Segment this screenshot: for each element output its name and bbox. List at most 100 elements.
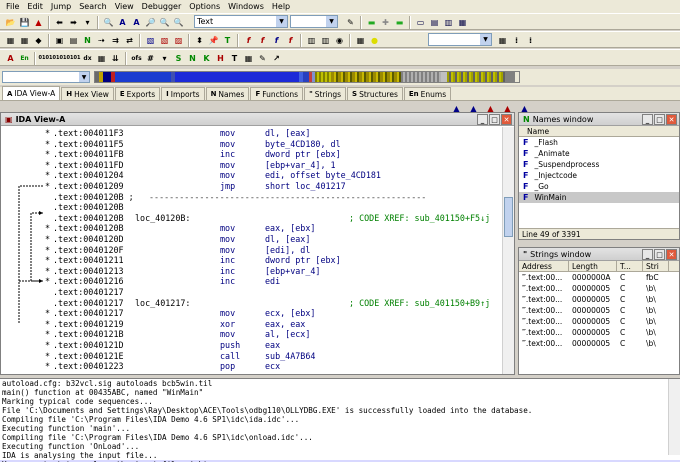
func-end-icon[interactable]: f — [284, 34, 297, 47]
menu-item-options[interactable]: Options — [185, 0, 224, 13]
strings-row[interactable]: ‴.text:00... 0000000A CfbC — [519, 272, 679, 283]
minimize-button[interactable]: _ — [642, 114, 653, 125]
ida-view-scrollbar[interactable] — [502, 127, 514, 374]
code-line[interactable]: * .text:004011F3 mov dl, [eax] — [1, 129, 504, 138]
tab-exports[interactable]: E Exports — [114, 87, 161, 100]
menu-item-debugger[interactable]: Debugger — [138, 0, 186, 13]
maximize-button[interactable]: □ — [654, 249, 665, 260]
menu-item-edit[interactable]: Edit — [23, 0, 47, 13]
names-item[interactable]: F _Injectcode — [519, 170, 679, 181]
hide-h-icon[interactable]: H — [214, 52, 227, 65]
code-line[interactable]: * .text:00401211 inc dword ptr [ebx] — [1, 256, 504, 265]
enum-icon[interactable]: En — [18, 52, 31, 65]
close-button[interactable]: ✕ — [666, 114, 677, 125]
strings-row[interactable]: ‴.text:00... 00000005 C \b\ — [519, 338, 679, 349]
menu-item-windows[interactable]: Windows — [224, 0, 268, 13]
close-button[interactable]: ✕ — [666, 249, 677, 260]
tab-enums[interactable]: En Enums — [403, 87, 452, 100]
window-icon[interactable]: ▭ — [414, 16, 427, 29]
struct-icon[interactable]: ▥ — [305, 34, 318, 47]
code-line[interactable]: * .text:00401209 jmp short loc_401217 — [1, 182, 504, 191]
chevron-down-icon[interactable]: ▼ — [79, 72, 89, 82]
back-icon[interactable]: ⬅ — [53, 16, 66, 29]
tab-names[interactable]: N Names — [205, 87, 250, 100]
menu-item-view[interactable]: View — [111, 0, 138, 13]
offset-icon[interactable]: ofs — [130, 52, 143, 65]
graph-icon[interactable]: ▣ — [53, 34, 66, 47]
array-icon[interactable]: ▦ — [95, 52, 108, 65]
names-n2-icon[interactable]: N — [186, 52, 199, 65]
calc-icon[interactable]: ▦ — [496, 34, 509, 47]
names-item[interactable]: F WinMain — [519, 192, 679, 203]
strings-row[interactable]: ‴.text:00... 00000005 C \b\ — [519, 316, 679, 327]
code-a-icon[interactable]: A — [4, 52, 17, 65]
flow-icon[interactable]: ⇢ — [95, 34, 108, 47]
minimize-button[interactable]: _ — [477, 114, 488, 125]
nav-band-combo[interactable]: ▼ — [2, 71, 90, 83]
output-scrollbar[interactable] — [668, 379, 680, 455]
dots-alt-icon[interactable]: ⁞ — [524, 34, 537, 47]
hex-icon[interactable]: ▦ — [354, 34, 367, 47]
code-dat-icon[interactable]: 0101 — [53, 52, 67, 65]
code-line[interactable]: * .text:00401204 mov edi, offset byte_4CD18… — [1, 171, 504, 180]
segment-s-icon[interactable]: S — [172, 52, 185, 65]
code-line[interactable]: * .text:00401223 pop ecx — [1, 362, 504, 371]
db-icon[interactable]: dx — [81, 52, 94, 65]
code-line[interactable]: .text:00401217 loc_401217: ; CODE XREF: su… — [1, 298, 504, 308]
open-icon[interactable]: 📂 — [4, 16, 17, 29]
char-icon[interactable]: ▾ — [158, 52, 171, 65]
strings-row[interactable]: ‴.text:00... 00000005 C \b\ — [519, 305, 679, 316]
pin-icon[interactable]: 📌 — [207, 34, 220, 47]
processor-combo[interactable]: ▼ — [428, 33, 492, 46]
forward-icon[interactable]: ➡ — [67, 16, 80, 29]
diamond-icon[interactable]: ◆ — [32, 34, 45, 47]
pencil-icon[interactable]: ✎ — [256, 52, 269, 65]
struct-add-icon[interactable]: ▥ — [319, 34, 332, 47]
run-icon[interactable]: ▲ — [32, 16, 45, 29]
code-line[interactable]: * .text:0040120D mov dl, [eax] — [1, 235, 504, 244]
chevron-down-icon[interactable]: ▼ — [326, 16, 337, 27]
search-icon[interactable]: 🔎 — [144, 16, 157, 29]
save-icon[interactable]: 💾 — [18, 16, 31, 29]
chevron-down-icon[interactable]: ▼ — [480, 34, 491, 45]
maximize-button[interactable]: □ — [489, 114, 500, 125]
hash-icon[interactable]: # — [144, 52, 157, 65]
code-line[interactable]: * .text:00401213 inc [ebp+var_4] — [1, 266, 504, 276]
code-line[interactable]: * .text:004011F5 mov byte_4CD180, dl — [1, 139, 504, 149]
bulb-icon[interactable]: ● — [368, 34, 381, 47]
code-bin-icon[interactable]: 0101 — [39, 52, 53, 65]
names-item[interactable]: F _Animate — [519, 148, 679, 159]
code-ascii-icon[interactable]: 0101 — [67, 52, 81, 65]
tab-ida-view-a[interactable]: A IDA View-A — [2, 86, 61, 100]
minimize-button[interactable]: _ — [642, 249, 653, 260]
code-line[interactable]: .text:0040120B — [1, 203, 504, 212]
code-line[interactable]: * .text:0040120F mov [edi], dl — [1, 245, 504, 255]
debug-icon[interactable]: ⬍ — [193, 34, 206, 47]
names-n-icon[interactable]: N — [81, 34, 94, 47]
expand-icon[interactable]: ✚ — [379, 16, 392, 29]
strings-column-header[interactable]: T... — [617, 261, 643, 271]
strings-column-header[interactable]: Stri — [643, 261, 669, 271]
seg-icon[interactable]: ▧ — [144, 34, 157, 47]
kbd-k-icon[interactable]: K — [200, 52, 213, 65]
code-line[interactable]: * .text:00401217 mov ecx, [ebx] — [1, 309, 504, 318]
window-tile-icon[interactable]: ▥ — [442, 16, 455, 29]
bin-icon[interactable]: ▦ — [242, 52, 255, 65]
calls-icon[interactable]: ⇄ — [123, 34, 136, 47]
tab-structures[interactable]: S Structures — [347, 87, 403, 100]
output-window[interactable]: autoload.cfg: b32vcl.sig autoloads bcb5w… — [0, 378, 680, 462]
code-line[interactable]: * .text:0040121D push eax — [1, 341, 504, 350]
names-item[interactable]: F _Suspendprocess — [519, 159, 679, 170]
code-line[interactable]: * .text:0040121E call sub_4A7B64 — [1, 351, 504, 361]
tab-functions[interactable]: F Functions — [250, 87, 304, 100]
names-item[interactable]: F _Go — [519, 181, 679, 192]
scrollbar-thumb[interactable] — [504, 197, 513, 237]
menu-item-jump[interactable]: Jump — [47, 0, 75, 13]
nav-band-bar[interactable] — [94, 71, 520, 83]
search-text-next-icon[interactable]: A — [130, 16, 143, 29]
close-button[interactable]: ✕ — [501, 114, 512, 125]
struct-bulb-icon[interactable]: ◉ — [333, 34, 346, 47]
strings-row[interactable]: ‴.text:00... 00000005 C \b\ — [519, 283, 679, 294]
minus-icon[interactable]: ▬ — [393, 16, 406, 29]
collapse-icon[interactable]: ▬ — [365, 16, 378, 29]
